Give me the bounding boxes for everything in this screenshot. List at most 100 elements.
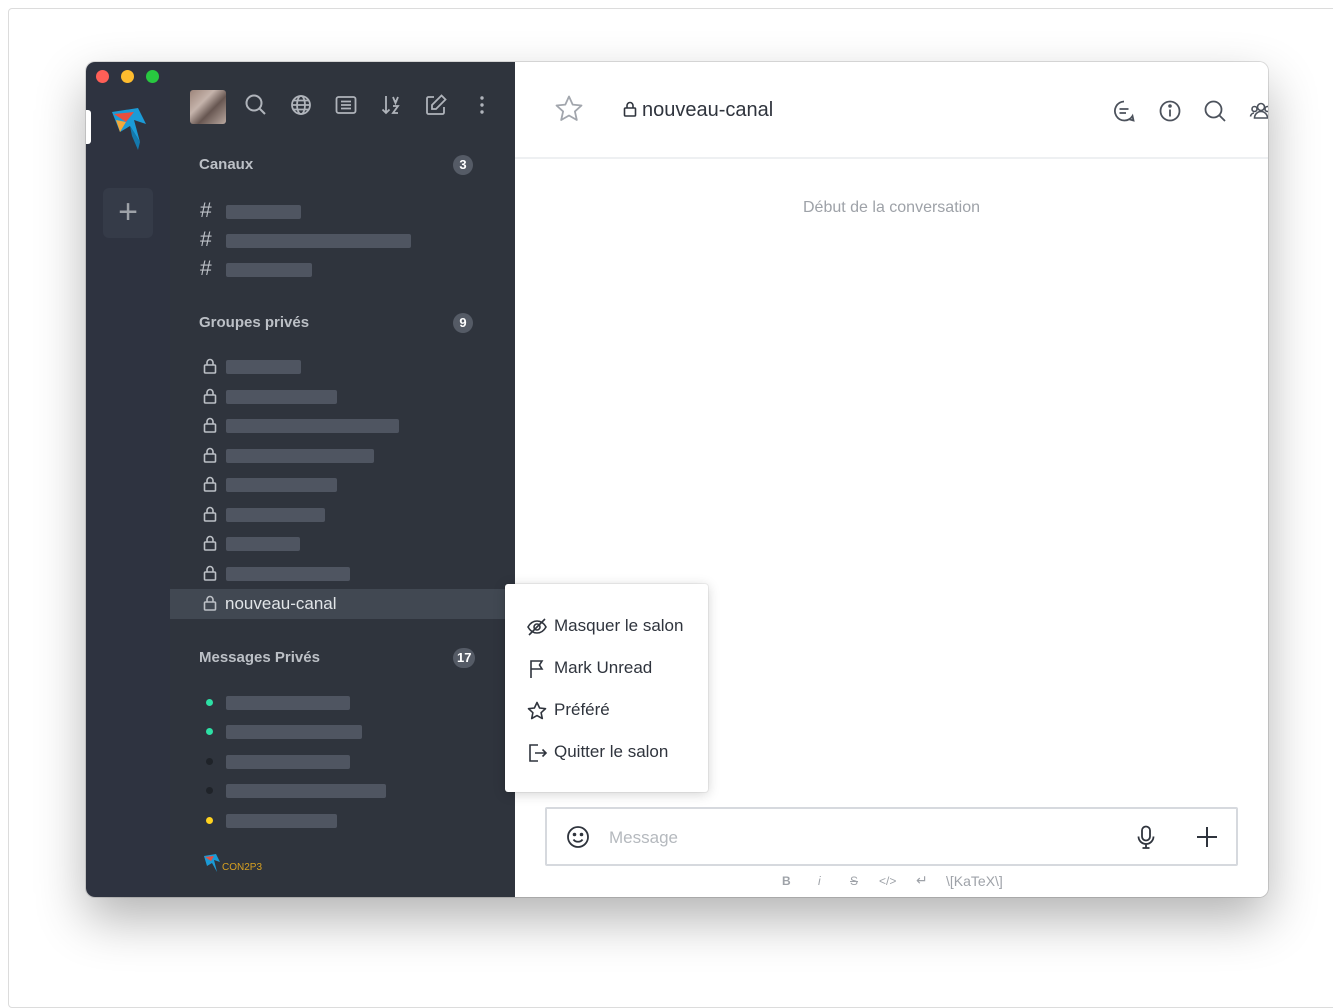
redacted-room-name — [226, 537, 300, 551]
members-icon[interactable] — [1248, 98, 1268, 124]
redacted-room-name — [226, 263, 312, 277]
zoom-window-button[interactable] — [146, 70, 159, 83]
lock-icon — [203, 535, 217, 551]
hash-icon: # — [200, 199, 212, 222]
channel-item[interactable]: # — [170, 197, 515, 227]
italic-format-button[interactable]: i — [818, 874, 821, 892]
room-title-text: nouveau-canal — [642, 99, 774, 121]
private-group-item[interactable] — [170, 529, 515, 559]
private-group-item[interactable] — [170, 352, 515, 382]
redacted-user-name — [226, 755, 350, 769]
private-group-item[interactable] — [170, 470, 515, 500]
channel-item[interactable]: # — [170, 226, 515, 256]
redacted-room-name — [226, 390, 337, 404]
room-header: nouveau-canal — [515, 62, 1268, 159]
channels-count-badge: 3 — [453, 155, 473, 175]
direct-message-item[interactable] — [170, 806, 515, 836]
lock-icon — [203, 476, 217, 492]
user-avatar[interactable] — [190, 90, 226, 124]
flag-icon — [530, 660, 544, 678]
redacted-room-name — [226, 419, 399, 433]
lock-icon — [203, 447, 217, 463]
add-attachment-icon[interactable] — [1192, 822, 1222, 852]
menu-item-label: Quitter le salon — [554, 742, 669, 761]
server-logo-icon[interactable] — [104, 102, 154, 154]
lock-icon — [203, 595, 217, 611]
room-info-icon[interactable] — [1157, 98, 1183, 124]
section-title-channels: Canaux — [199, 156, 254, 173]
redacted-room-name — [226, 567, 350, 581]
section-title-direct-messages: Messages Privés — [199, 649, 320, 666]
discussion-icon[interactable] — [1111, 98, 1137, 124]
katex-format-button[interactable]: \[KaTeX\] — [946, 873, 1003, 891]
menu-item-leave-room[interactable]: Quitter le salon — [505, 734, 708, 770]
display-mode-icon[interactable] — [333, 92, 359, 118]
status-online-dot — [206, 728, 213, 735]
lock-icon — [203, 417, 217, 433]
sidebar: Canaux 3 # # # Groupes privés 9 nouveau-… — [170, 62, 515, 897]
redacted-room-name — [226, 360, 301, 374]
menu-item-label: Masquer le salon — [554, 616, 684, 635]
lock-icon — [203, 506, 217, 522]
channel-item[interactable]: # — [170, 255, 515, 285]
redacted-room-name — [226, 478, 337, 492]
kebab-menu-icon[interactable] — [469, 92, 495, 118]
private-group-item[interactable] — [170, 500, 515, 530]
private-groups-count-badge: 9 — [453, 313, 473, 333]
redacted-room-name — [226, 205, 301, 219]
lock-icon — [203, 565, 217, 581]
hash-icon: # — [200, 228, 212, 251]
bold-format-button[interactable]: B — [782, 874, 791, 892]
multiline-format-button[interactable]: ↵ — [916, 872, 928, 890]
active-room-label: nouveau-canal — [225, 594, 337, 613]
message-composer — [545, 807, 1238, 866]
directory-globe-icon[interactable] — [288, 92, 314, 118]
direct-message-item[interactable] — [170, 747, 515, 777]
redacted-user-name — [226, 814, 337, 828]
emoji-icon[interactable] — [565, 824, 591, 850]
workspace-brand-logo: CON2P3 — [202, 852, 266, 881]
menu-item-hide-room[interactable]: Masquer le salon — [505, 608, 708, 644]
search-messages-icon[interactable] — [1202, 98, 1228, 124]
status-offline-dot — [206, 758, 213, 765]
private-group-item[interactable] — [170, 441, 515, 471]
add-server-button[interactable]: + — [103, 188, 153, 238]
conversation-start-label: Début de la conversation — [803, 199, 980, 216]
menu-item-label: Préféré — [554, 700, 610, 719]
strike-format-button[interactable]: S — [850, 874, 858, 892]
code-format-button[interactable]: </> — [879, 874, 896, 892]
lock-icon — [203, 358, 217, 374]
message-input[interactable] — [607, 823, 1091, 853]
redacted-user-name — [226, 696, 350, 710]
direct-messages-count-badge: 17 — [453, 648, 476, 668]
sort-icon[interactable] — [378, 92, 404, 118]
room-context-menu: Masquer le salon Mark Unread Préféré Qui… — [505, 584, 708, 792]
close-window-button[interactable] — [96, 70, 109, 83]
favorite-star-icon[interactable] — [553, 93, 585, 125]
lock-icon — [623, 101, 637, 117]
menu-item-favorite[interactable]: Préféré — [505, 692, 708, 728]
direct-message-item[interactable] — [170, 688, 515, 718]
leave-icon — [529, 744, 548, 762]
direct-message-item[interactable] — [170, 717, 515, 747]
private-group-item[interactable] — [170, 382, 515, 412]
active-server-marker — [86, 110, 91, 144]
star-icon — [527, 701, 547, 720]
private-group-item[interactable] — [170, 411, 515, 441]
minimize-window-button[interactable] — [121, 70, 134, 83]
brand-text: CON2P3 — [222, 862, 262, 873]
compose-icon[interactable] — [423, 92, 449, 118]
direct-message-item[interactable] — [170, 776, 515, 806]
microphone-icon[interactable] — [1132, 823, 1160, 851]
section-title-private-groups: Groupes privés — [199, 314, 310, 331]
eye-off-icon — [527, 618, 547, 636]
redacted-user-name — [226, 784, 386, 798]
menu-item-mark-unread[interactable]: Mark Unread — [505, 650, 708, 686]
search-icon[interactable] — [243, 92, 269, 118]
server-rail: + — [86, 62, 170, 897]
private-group-item-active[interactable]: nouveau-canal — [170, 589, 515, 619]
redacted-room-name — [226, 234, 411, 248]
redacted-room-name — [226, 508, 325, 522]
private-group-item[interactable] — [170, 559, 515, 589]
status-online-dot — [206, 699, 213, 706]
